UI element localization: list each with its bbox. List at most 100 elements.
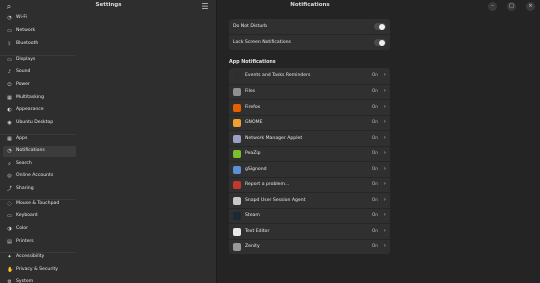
app-row[interactable]: Events and Tasks Reminders On › (229, 68, 390, 83)
sidebar-item-label: Multitasking (16, 95, 45, 100)
sidebar-item-label: Search (16, 161, 32, 166)
chevron-right-icon: › (383, 150, 386, 156)
appearance-icon: ◐ (7, 106, 12, 113)
sidebar-item-search[interactable]: ⌕ Search (3, 159, 76, 170)
sharing-icon: ⤴ (7, 185, 13, 192)
sidebar-item-label: Mouse & Touchpad (16, 201, 60, 206)
sidebar-item-printers[interactable]: ▤ Printers (3, 237, 76, 248)
app-row[interactable]: Firefox On › (229, 99, 390, 114)
sidebar-item-label: Color (16, 226, 28, 231)
sidebar-item-multitasking[interactable]: ▦ Multitasking (3, 93, 76, 104)
do-not-disturb-label: Do Not Disturb (233, 23, 268, 29)
app-row[interactable]: Snapd User Session Agent On › (229, 192, 390, 207)
sidebar-item-wi-fi[interactable]: ◔ Wi-Fi (3, 13, 76, 24)
sidebar-item-appearance[interactable]: ◐ Appearance (3, 105, 76, 116)
app-notification-state: On (371, 120, 378, 125)
close-button[interactable]: × (526, 2, 535, 11)
sidebar-item-label: Bluetooth (16, 41, 39, 46)
sidebar: ⌕ Settings ☰ ◔ Wi-Fi ▭ Network ᛒ Bluetooth ▭ Di… (0, 0, 217, 283)
sidebar-item-label: Displays (16, 57, 36, 62)
app-name: Steam (245, 213, 260, 218)
app-name: Network Manager Applet (245, 135, 303, 141)
sidebar-item-label: Online Accounts (16, 173, 54, 178)
chevron-right-icon: › (383, 196, 386, 203)
chevron-right-icon: › (383, 71, 386, 78)
do-not-disturb-toggle[interactable] (374, 23, 386, 30)
sidebar-item-keyboard[interactable]: ▭ Keyboard (3, 211, 76, 222)
sidebar-item-sound[interactable]: ♪ Sound (3, 67, 76, 78)
sound-icon: ♪ (7, 68, 12, 75)
chevron-right-icon: › (383, 119, 386, 125)
sidebar-item-system[interactable]: ⚙ System (3, 277, 76, 283)
sidebar-item-power[interactable]: ⏻ Power (3, 80, 76, 91)
app-row[interactable]: gSignond On › (229, 161, 390, 176)
sidebar-item-sharing[interactable]: ⤴ Sharing (3, 184, 76, 195)
text-editor-icon (233, 227, 241, 236)
app-row[interactable]: Zenity On › (229, 238, 390, 254)
app-notification-state: On (371, 104, 378, 110)
sidebar-item-label: Sound (16, 69, 31, 74)
reminders-icon (233, 71, 241, 80)
report-problem-icon (233, 181, 241, 189)
steam-icon (233, 212, 241, 220)
app-notifications-heading: App Notifications (229, 60, 276, 65)
chevron-right-icon: › (383, 165, 386, 172)
app-row[interactable]: Text Editor On › (229, 223, 390, 238)
sidebar-item-notifications[interactable]: ◔ Notifications (3, 145, 76, 157)
gsignond-icon (233, 165, 241, 174)
accessibility-icon: ✦ (7, 253, 12, 260)
network-applet-icon (233, 134, 241, 143)
bluetooth-icon: ᛒ (7, 40, 11, 47)
app-row[interactable]: Files On › (229, 83, 390, 99)
lock-screen-notifications-row[interactable]: Lock Screen Notifications (229, 34, 390, 49)
app-notification-state: On (371, 197, 378, 203)
do-not-disturb-row[interactable]: Do Not Disturb (229, 19, 390, 34)
sidebar-item-privacy-security[interactable]: ✋ Privacy & Security (3, 265, 76, 276)
app-name: Files (245, 89, 256, 94)
app-notifications-list: Events and Tasks Reminders On › Files On › Fir… (229, 68, 390, 254)
sidebar-item-online-accounts[interactable]: ◎ Online Accounts (3, 171, 76, 182)
page-title: Notifications (290, 2, 330, 8)
color-icon: ◑ (7, 225, 12, 232)
app-name: GNOME (245, 120, 263, 125)
sidebar-item-network[interactable]: ▭ Network (3, 26, 76, 37)
sidebar-item-label: Privacy & Security (16, 267, 58, 272)
app-row[interactable]: Steam On › (229, 207, 390, 223)
sidebar-item-ubuntu-desktop[interactable]: ◉ Ubuntu Desktop (3, 118, 76, 129)
general-settings-card: Do Not Disturb Lock Screen Notifications (229, 19, 390, 50)
minimize-button[interactable]: – (488, 2, 497, 11)
menu-icon[interactable]: ☰ (199, 1, 211, 13)
ubuntu-desktop-icon: ◉ (7, 119, 12, 126)
chevron-right-icon: › (383, 243, 386, 249)
sidebar-item-mouse-touchpad[interactable]: ◌ Mouse & Touchpad (3, 199, 76, 210)
app-name: Snapd User Session Agent (245, 197, 306, 203)
app-row[interactable]: GNOME On › (229, 114, 390, 130)
sidebar-item-label: Ubuntu Desktop (16, 120, 54, 125)
sidebar-item-label: Power (16, 82, 30, 87)
chevron-right-icon: › (383, 212, 386, 218)
snapd-icon (233, 196, 241, 205)
app-notification-state: On (371, 244, 378, 249)
gnome-icon (233, 119, 241, 127)
sidebar-header: ⌕ Settings ☰ (0, 0, 217, 14)
sidebar-item-bluetooth[interactable]: ᛒ Bluetooth (3, 39, 76, 50)
app-row[interactable]: Report a problem... On › (229, 176, 390, 192)
sidebar-item-accessibility[interactable]: ✦ Accessibility (3, 252, 76, 263)
printer-icon: ▤ (7, 238, 12, 245)
sidebar-item-displays[interactable]: ▭ Displays (3, 55, 76, 66)
lock-screen-notifications-label: Lock Screen Notifications (233, 39, 291, 45)
app-notification-state: On (371, 135, 378, 141)
sidebar-title: Settings (95, 2, 122, 8)
maximize-button[interactable]: □ (507, 2, 516, 11)
lock-screen-notifications-toggle[interactable] (374, 39, 386, 46)
chevron-right-icon: › (383, 134, 386, 141)
sidebar-item-label: Accessibility (16, 254, 45, 259)
apps-icon: ▦ (7, 135, 12, 142)
app-row[interactable]: PeaZip On › (229, 145, 390, 161)
app-row[interactable]: Network Manager Applet On › (229, 130, 390, 145)
system-icon: ⚙ (7, 278, 12, 283)
sidebar-item-color[interactable]: ◑ Color (3, 224, 76, 235)
app-name: PeaZip (245, 151, 261, 156)
app-notification-state: On (371, 182, 378, 187)
sidebar-item-apps[interactable]: ▦ Apps (3, 134, 76, 145)
